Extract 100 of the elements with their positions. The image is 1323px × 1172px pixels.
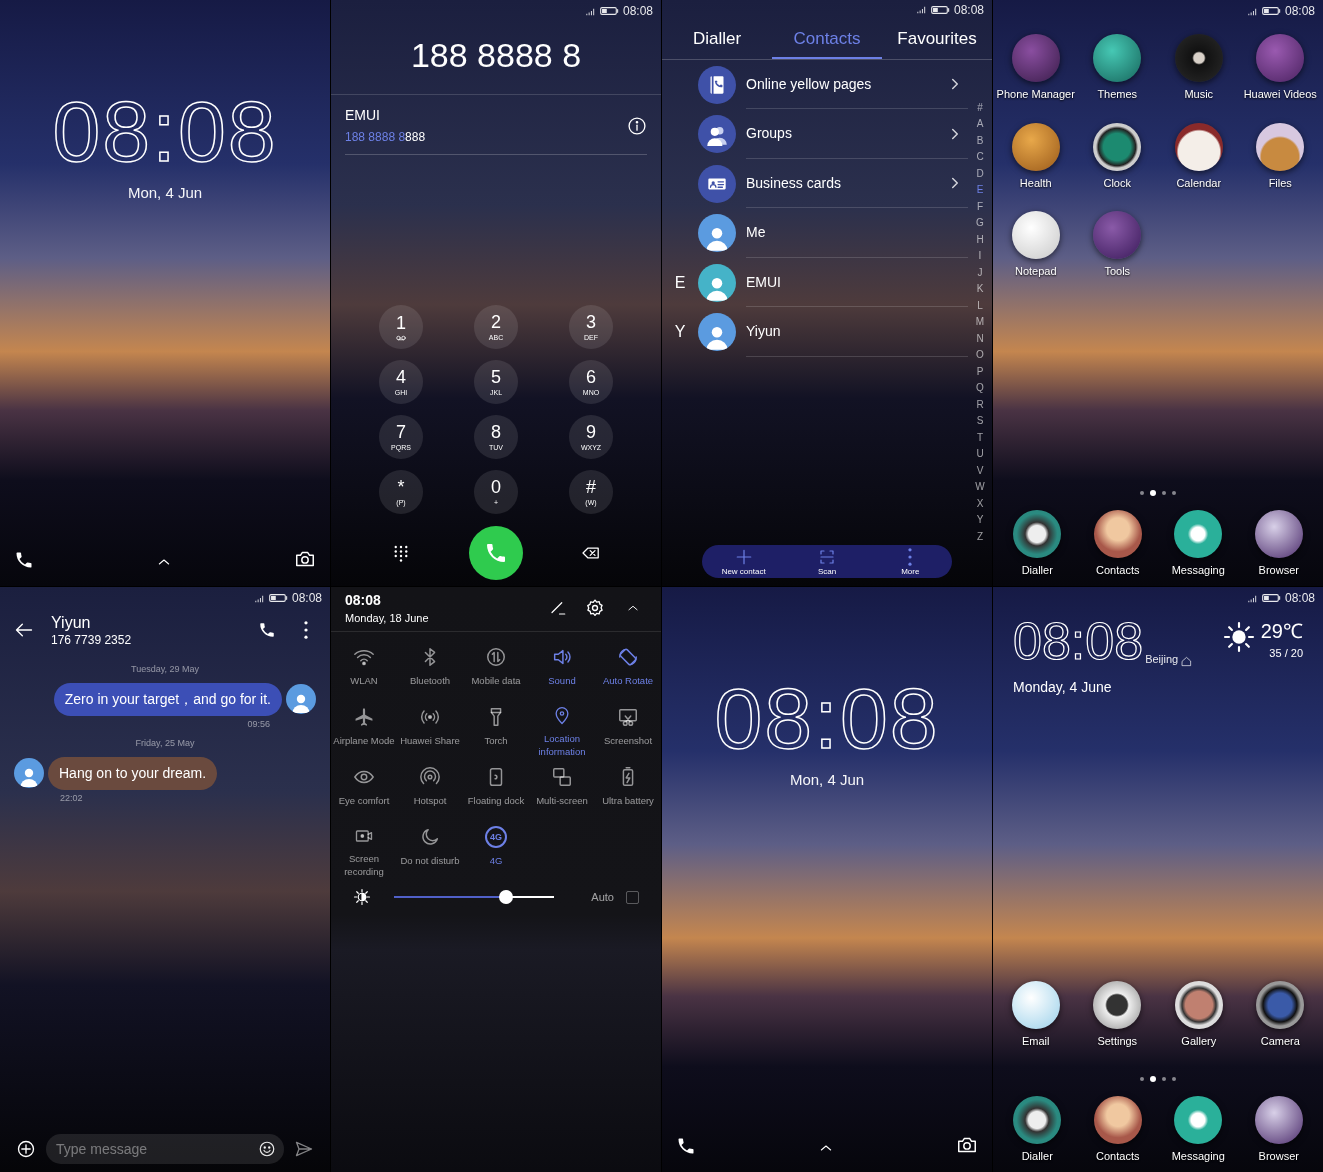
contact-name[interactable]: Me bbox=[746, 222, 766, 244]
app-icon[interactable] bbox=[1174, 34, 1223, 82]
app-label[interactable]: Themes bbox=[1097, 86, 1138, 103]
index-letter[interactable]: T bbox=[976, 429, 984, 447]
app-icon[interactable] bbox=[1011, 981, 1060, 1029]
smiley-icon[interactable] bbox=[258, 1140, 276, 1158]
index-letter[interactable]: S bbox=[976, 413, 984, 430]
index-letter[interactable]: Y bbox=[976, 512, 984, 529]
app-label[interactable]: Gallery bbox=[1181, 1033, 1217, 1050]
slider-thumb[interactable] bbox=[499, 890, 513, 905]
app-icon[interactable] bbox=[1174, 981, 1223, 1029]
contact-name[interactable]: Yiyun bbox=[746, 321, 781, 343]
index-letter[interactable]: W bbox=[975, 479, 985, 496]
app-label[interactable]: Clock bbox=[1103, 174, 1131, 191]
index-letter[interactable]: B bbox=[976, 132, 984, 150]
app-label[interactable]: Music bbox=[1184, 86, 1214, 103]
index-letter[interactable]: O bbox=[976, 347, 984, 364]
app-label[interactable]: Calendar bbox=[1176, 174, 1222, 191]
app-label[interactable]: Browser bbox=[1258, 561, 1299, 578]
list-item[interactable]: Online yellow pages bbox=[746, 73, 872, 95]
phone-icon[interactable] bbox=[258, 621, 276, 639]
toggle-tile[interactable]: Location information bbox=[529, 706, 595, 759]
app-icon[interactable] bbox=[1256, 122, 1305, 171]
app-icon[interactable] bbox=[1174, 122, 1223, 171]
chevron-right-icon[interactable] bbox=[950, 126, 960, 141]
index-letter[interactable]: D bbox=[976, 165, 984, 183]
toggle-tile[interactable]: Multi-screen bbox=[529, 766, 595, 819]
toggle-tile[interactable]: Airplane Mode bbox=[331, 706, 397, 759]
tab[interactable]: Dialler bbox=[662, 19, 772, 59]
dialpad-icon[interactable] bbox=[392, 544, 410, 562]
app-icon[interactable] bbox=[1256, 981, 1305, 1029]
toggle-tile[interactable]: Do not disturb bbox=[397, 826, 463, 879]
tab[interactable]: Contacts bbox=[772, 19, 882, 59]
index-letter[interactable]: F bbox=[976, 198, 984, 216]
send-icon[interactable] bbox=[294, 1139, 314, 1159]
app-label[interactable]: Dialler bbox=[1021, 561, 1053, 578]
app-label[interactable]: Camera bbox=[1260, 1033, 1300, 1050]
toggle-tile[interactable]: 4G 4G bbox=[463, 826, 529, 879]
toggle-tile[interactable]: Eye comfort bbox=[331, 766, 397, 819]
index-letter[interactable]: M bbox=[975, 314, 985, 331]
index-letter[interactable]: L bbox=[977, 297, 983, 315]
app-icon[interactable] bbox=[1011, 122, 1060, 171]
toggle-tile[interactable]: Screen recording bbox=[331, 826, 397, 879]
toggle-tile[interactable]: Screenshot bbox=[595, 706, 661, 759]
index-letter[interactable]: Q bbox=[976, 380, 984, 397]
index-letter[interactable]: X bbox=[976, 495, 984, 513]
index-letter[interactable]: C bbox=[976, 149, 984, 166]
action-button[interactable]: More bbox=[868, 547, 952, 576]
home-icon[interactable] bbox=[1181, 656, 1193, 667]
add-circle-icon[interactable] bbox=[16, 1139, 36, 1159]
more-vertical-icon[interactable] bbox=[304, 621, 308, 639]
settings-icon[interactable] bbox=[585, 598, 605, 618]
app-icon[interactable] bbox=[1093, 122, 1142, 171]
dial-key[interactable]: 1 bbox=[379, 305, 423, 349]
backspace-icon[interactable] bbox=[581, 545, 601, 561]
call-button[interactable] bbox=[469, 526, 523, 580]
list-item[interactable]: Groups bbox=[746, 123, 792, 145]
app-label[interactable]: Browser bbox=[1258, 1147, 1299, 1164]
index-letter[interactable]: E bbox=[976, 182, 984, 199]
action-button[interactable]: Scan bbox=[785, 547, 869, 576]
toggle-tile[interactable]: Sound bbox=[529, 646, 595, 699]
app-label[interactable]: Messaging bbox=[1171, 561, 1225, 578]
pencil-icon[interactable] bbox=[549, 599, 567, 617]
index-letter[interactable]: I bbox=[978, 248, 982, 265]
index-letter[interactable]: K bbox=[976, 281, 984, 298]
tab[interactable]: Favourites bbox=[882, 19, 992, 59]
index-letter[interactable]: J bbox=[977, 264, 983, 282]
index-letter[interactable]: R bbox=[976, 396, 984, 414]
phone-icon[interactable] bbox=[14, 550, 34, 570]
toggle-tile[interactable]: Ultra battery bbox=[595, 766, 661, 819]
toggle-tile[interactable]: Auto Rotate bbox=[595, 646, 661, 699]
toggle-tile[interactable]: Huawei Share bbox=[397, 706, 463, 759]
app-label[interactable]: Phone Manager bbox=[996, 86, 1075, 103]
app-label[interactable]: Messaging bbox=[1171, 1147, 1225, 1164]
toggle-tile[interactable]: Floating dock bbox=[463, 766, 529, 819]
toggle-tile[interactable]: Mobile data bbox=[463, 646, 529, 699]
auto-checkbox[interactable] bbox=[626, 890, 639, 904]
app-label[interactable]: Email bbox=[1022, 1033, 1050, 1050]
app-label[interactable]: Health bbox=[1019, 174, 1052, 191]
toggle-tile[interactable]: WLAN bbox=[331, 646, 397, 699]
chevron-right-icon[interactable] bbox=[950, 77, 960, 92]
action-button[interactable]: New contact bbox=[702, 547, 786, 576]
app-label[interactable]: Notepad bbox=[1014, 263, 1057, 280]
list-item[interactable]: Business cards bbox=[746, 172, 841, 194]
info-icon[interactable] bbox=[627, 115, 647, 136]
toggle-tile[interactable]: Bluetooth bbox=[397, 646, 463, 699]
index-letter[interactable]: N bbox=[976, 330, 984, 348]
index-letter[interactable]: # bbox=[977, 99, 983, 117]
app-label[interactable]: Settings bbox=[1097, 1033, 1138, 1050]
app-label[interactable]: Files bbox=[1268, 174, 1292, 191]
index-letter[interactable]: G bbox=[976, 215, 984, 232]
app-icon[interactable] bbox=[1011, 211, 1060, 259]
app-label[interactable]: Dialler bbox=[1021, 1147, 1053, 1164]
app-icon[interactable] bbox=[1093, 34, 1142, 82]
toggle-tile[interactable]: Torch bbox=[463, 706, 529, 759]
index-letter[interactable]: V bbox=[976, 462, 984, 480]
phone-icon[interactable] bbox=[676, 1136, 696, 1156]
app-icon[interactable] bbox=[1093, 981, 1142, 1029]
index-letter[interactable]: A bbox=[976, 116, 984, 133]
app-label[interactable]: Huawei Videos bbox=[1243, 86, 1317, 103]
